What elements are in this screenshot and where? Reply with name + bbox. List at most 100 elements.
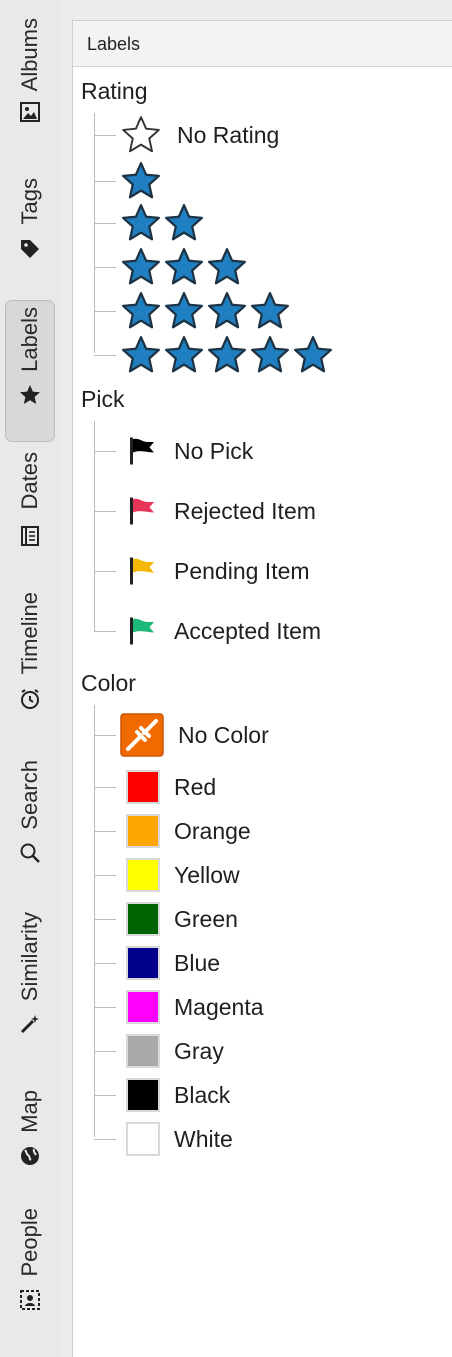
item-label: Orange (174, 817, 251, 844)
color-item-4[interactable]: Green (94, 899, 238, 939)
item-label: Red (174, 773, 217, 800)
item-label: Black (174, 1081, 231, 1108)
filled-star-icon (251, 336, 289, 373)
tab-tags[interactable]: Tags (5, 178, 55, 286)
color-swatch-box (126, 770, 160, 804)
color-swatch (120, 902, 160, 936)
color-item-8[interactable]: Black (94, 1075, 230, 1115)
tab-map[interactable]: Map (5, 1090, 55, 1190)
labels-panel: Labels Rating No Rating Pick No Pick Reje… (72, 20, 452, 1357)
item-label: Accepted Item (174, 617, 322, 644)
color-swatch (120, 990, 160, 1024)
tab-map-label: Map (17, 1090, 42, 1133)
item-label: Gray (174, 1037, 224, 1064)
tree-connector (94, 630, 116, 632)
item-label: Pending Item (174, 557, 310, 584)
tree-connector (94, 962, 116, 964)
flag-icon (130, 557, 154, 585)
no-color-icon (120, 713, 164, 757)
globe-icon (17, 1143, 43, 1169)
tab-tags-label: Tags (17, 178, 42, 225)
color-swatch-box (126, 1034, 160, 1068)
rating-item-1[interactable] (94, 161, 163, 201)
tree-connector (94, 222, 116, 224)
side-tab-bar: Albums Tags Labels Dates Timeline Search (0, 0, 60, 1357)
magic-wand-icon (17, 1011, 43, 1037)
pick-item-0[interactable]: No Pick (94, 431, 253, 471)
rating-stars (120, 334, 335, 376)
color-swatch (120, 1034, 160, 1068)
tree-connector (94, 918, 116, 920)
filled-star-icon (122, 292, 160, 329)
empty-star-icon (122, 116, 160, 153)
tab-labels[interactable]: Labels (5, 300, 55, 442)
tab-search[interactable]: Search (5, 760, 55, 896)
rating-stars (120, 202, 206, 244)
rating-item-5[interactable] (94, 335, 335, 375)
tree-connector (94, 786, 116, 788)
star-icon (17, 382, 43, 408)
color-swatch-box (126, 1078, 160, 1112)
rating-section-title: Rating (81, 78, 148, 104)
color-item-5[interactable]: Blue (94, 943, 220, 983)
pick-section-title: Pick (81, 386, 125, 412)
color-swatch-box (126, 946, 160, 980)
tree-connector (94, 1006, 116, 1008)
panel-title: Labels (73, 21, 452, 67)
tab-similarity[interactable]: Similarity (5, 912, 55, 1072)
filled-star-icon (122, 204, 160, 241)
tree-connector (94, 830, 116, 832)
color-swatch-box (126, 1122, 160, 1156)
tab-dates[interactable]: Dates (5, 452, 55, 574)
tab-people[interactable]: People (5, 1208, 55, 1344)
tree-connector (94, 180, 116, 182)
tree-connector (94, 134, 116, 136)
color-item-6[interactable]: Magenta (94, 987, 264, 1027)
item-label: Green (174, 905, 238, 932)
tree-connector (94, 266, 116, 268)
rating-item-0[interactable]: No Rating (94, 115, 279, 155)
color-swatch (120, 858, 160, 892)
tab-labels-label: Labels (17, 307, 42, 372)
item-label: No Color (178, 721, 269, 748)
color-swatch-box (126, 858, 160, 892)
calendar-icon (17, 523, 43, 549)
tab-timeline[interactable]: Timeline (5, 592, 55, 740)
tab-albums[interactable]: Albums (5, 18, 55, 168)
tab-timeline-label: Timeline (17, 592, 42, 675)
flag-icon (130, 497, 154, 525)
filled-star-icon (165, 336, 203, 373)
color-item-3[interactable]: Yellow (94, 855, 240, 895)
color-item-9[interactable]: White (94, 1119, 233, 1159)
no-color-icon (120, 713, 164, 757)
tree-connector (94, 354, 116, 356)
item-label: White (174, 1125, 233, 1152)
tree-connector (94, 734, 116, 736)
item-label: Rejected Item (174, 497, 316, 524)
rating-item-2[interactable] (94, 203, 206, 243)
color-swatch (120, 1122, 160, 1156)
pick-item-1[interactable]: Rejected Item (94, 491, 316, 531)
tree-connector (94, 510, 116, 512)
rating-item-4[interactable] (94, 291, 292, 331)
color-item-1[interactable]: Red (94, 767, 216, 807)
color-item-7[interactable]: Gray (94, 1031, 224, 1071)
filled-star-icon (208, 248, 246, 285)
rating-item-3[interactable] (94, 247, 249, 287)
pick-item-2[interactable]: Pending Item (94, 551, 310, 591)
flag-icon (130, 437, 154, 465)
pick-item-3[interactable]: Accepted Item (94, 611, 321, 651)
filled-star-icon (208, 292, 246, 329)
color-item-2[interactable]: Orange (94, 811, 251, 851)
tab-search-label: Search (17, 760, 42, 830)
filled-star-icon (122, 248, 160, 285)
item-label: Yellow (174, 861, 240, 888)
filled-star-icon (165, 248, 203, 285)
filled-star-icon (165, 204, 203, 241)
item-label: No Pick (174, 437, 254, 464)
color-swatch (120, 814, 160, 848)
color-item-0[interactable]: No Color (94, 713, 269, 757)
rating-stars (120, 114, 163, 156)
color-section-title: Color (81, 670, 136, 696)
filled-star-icon (122, 336, 160, 373)
